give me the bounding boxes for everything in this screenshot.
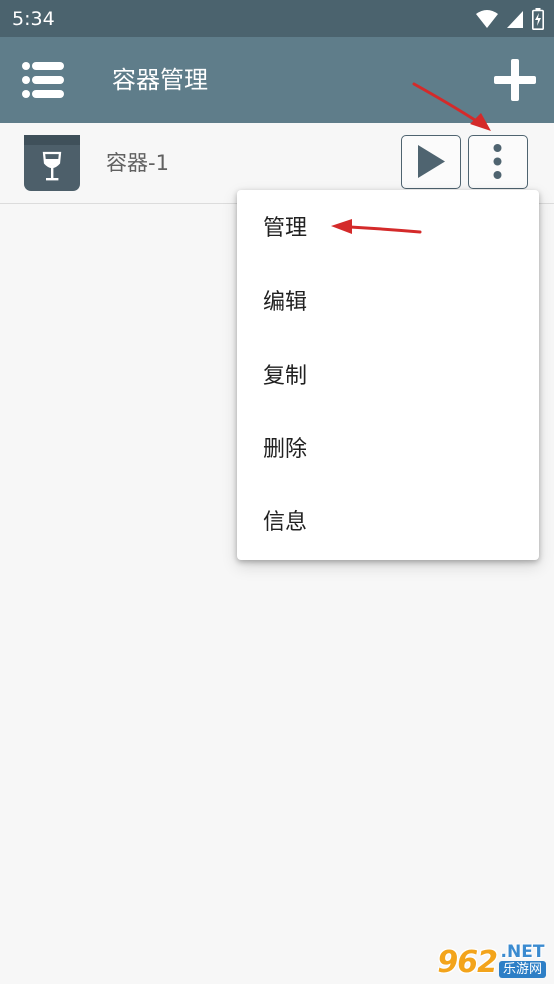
add-container-button[interactable] — [490, 55, 540, 105]
plus-icon — [494, 59, 536, 101]
status-time: 5:34 — [12, 8, 55, 30]
list-menu-icon — [22, 62, 64, 98]
status-bar: 5:34 — [0, 0, 554, 37]
menu-item-manage[interactable]: 管理 — [237, 192, 539, 266]
container-icon — [24, 135, 80, 191]
wine-glass-icon — [24, 135, 80, 181]
menu-item-copy[interactable]: 复制 — [237, 340, 539, 414]
page-title: 容器管理 — [112, 66, 208, 94]
play-icon — [418, 145, 445, 178]
menu-item-edit[interactable]: 编辑 — [237, 266, 539, 340]
menu-button[interactable] — [18, 57, 68, 103]
container-name: 容器-1 — [106, 151, 169, 175]
battery-icon — [532, 8, 544, 30]
watermark-site: 乐游网 — [498, 961, 546, 978]
app-bar: 容器管理 — [0, 37, 554, 123]
more-vertical-icon — [493, 144, 502, 179]
wifi-icon — [476, 10, 498, 28]
watermark-right: .NET 乐游网 — [498, 942, 546, 978]
more-options-button[interactable] — [468, 135, 528, 189]
menu-item-info[interactable]: 信息 — [237, 486, 539, 560]
watermark-logo: 962 .NET 乐游网 — [437, 943, 546, 978]
watermark-suffix: .NET — [500, 942, 545, 962]
menu-item-delete[interactable]: 删除 — [237, 413, 539, 487]
options-popup-menu: 管理 编辑 复制 删除 信息 — [237, 190, 539, 560]
signal-icon — [507, 11, 523, 28]
watermark-number: 962 — [437, 945, 498, 980]
status-icons — [476, 8, 544, 30]
start-button[interactable] — [401, 135, 461, 189]
